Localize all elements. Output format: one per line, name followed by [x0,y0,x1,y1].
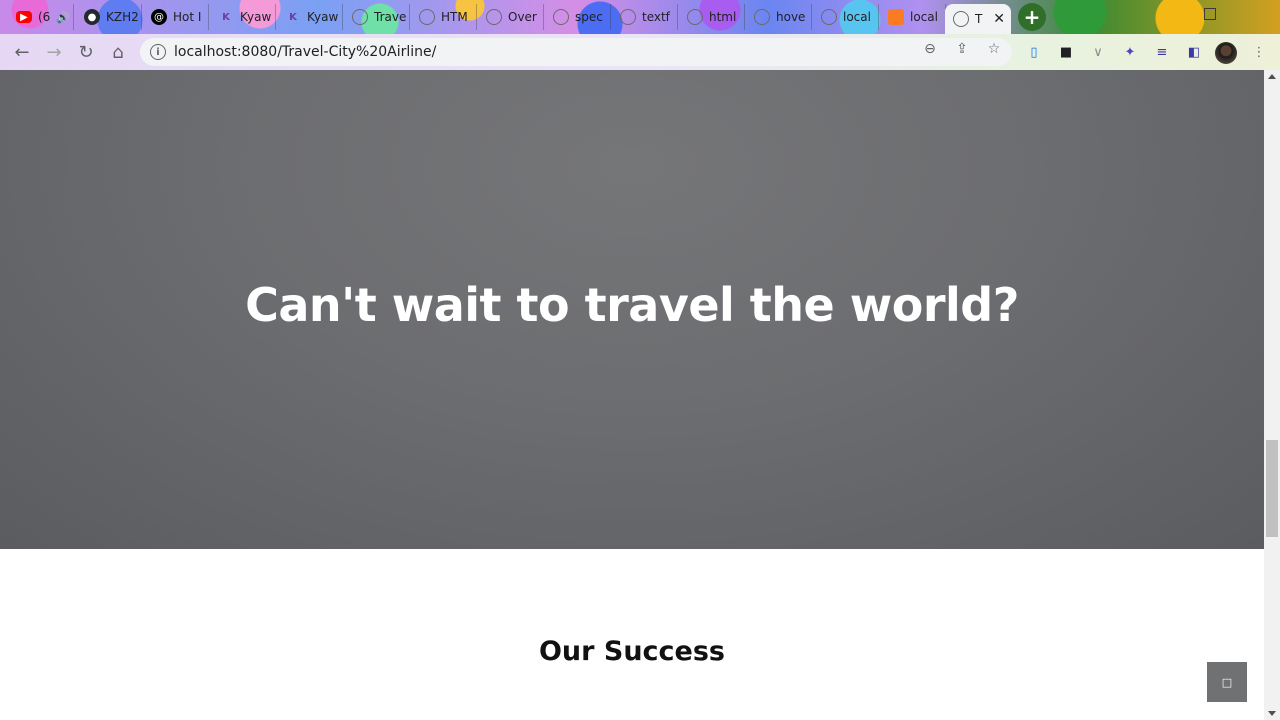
tab-local-2[interactable]: local [880,4,946,30]
tab-local-1[interactable]: local [813,4,879,30]
tab-hot[interactable]: @ Hot I [143,4,209,30]
tab-label: local [843,10,871,24]
new-tab-button[interactable]: + [1018,3,1046,31]
tab-spec[interactable]: spec [545,4,611,30]
k-logo-icon: K [289,11,297,23]
globe-icon [821,9,837,25]
side-panel-icon[interactable]: ◧ [1185,43,1203,61]
scrollbar-thumb[interactable] [1266,440,1278,537]
menu-kebab-icon[interactable]: ⋮ [1250,43,1268,61]
tab-github[interactable]: ● KZH2 [76,4,142,30]
tab-label: Over [508,10,537,24]
extension-docs-icon[interactable]: ▯ [1025,43,1043,61]
tab-label: spec [575,10,603,24]
page-scrollbar[interactable] [1264,70,1280,720]
xampp-icon [888,9,904,25]
hero-heading: Can't wait to travel the world? [245,278,1019,332]
home-button[interactable]: ⌂ [106,40,130,64]
tab-label: KZH2 [106,10,139,24]
globe-icon [352,9,368,25]
globe-icon [419,9,435,25]
tab-hove[interactable]: hove [746,4,812,30]
media-queue-icon[interactable]: ≡ [1153,43,1171,61]
tab-label: Trave [374,10,407,24]
tab-youtube[interactable]: ▶ (6 🔊 [8,4,74,30]
globe-icon [486,9,502,25]
tab-over[interactable]: Over [478,4,544,30]
extension-v-icon[interactable]: ∨ [1089,43,1107,61]
reload-icon: ↻ [78,41,94,63]
bookmark-star-icon[interactable]: ☆ [985,40,1003,58]
zoom-icon[interactable]: ⊖ [921,40,939,58]
tab-kyaw-1[interactable]: K Kyaw [210,4,276,30]
tab-label: Kyaw [240,10,272,24]
speaker-icon[interactable]: 🔊 [56,11,70,24]
scroll-up-arrow-icon[interactable] [1268,74,1276,79]
arrow-left-icon: ← [14,41,30,63]
tab-label: T [975,12,983,26]
tab-label: html [709,10,737,24]
k-logo-icon: K [222,11,230,23]
close-tab-icon[interactable]: ✕ [993,11,1005,27]
extensions-puzzle-icon[interactable]: ✦ [1121,43,1139,61]
tab-travel[interactable]: Trave [344,4,410,30]
globe-icon [953,11,969,27]
browser-toolbar: ← → ↻ ⌂ i localhost:8080/Travel-City%20A… [0,34,1280,70]
arrow-right-icon: → [46,41,62,63]
globe-icon [687,9,703,25]
youtube-icon: ▶ [16,11,32,23]
tab-label: Kyaw [307,10,339,24]
tab-textf[interactable]: textf [612,4,678,30]
tab-label: Hot I [173,10,202,24]
threads-icon: @ [151,9,167,25]
tab-label: HTM [441,10,468,24]
tab-label: local [910,10,938,24]
back-to-top-button[interactable]: □ [1207,662,1247,702]
share-icon[interactable]: ⇪ [953,40,971,58]
globe-icon [620,9,636,25]
url-text[interactable]: localhost:8080/Travel-City%20Airline/ [174,44,436,60]
tab-kyaw-2[interactable]: K Kyaw [277,4,343,30]
section-title: Our Success [538,636,726,667]
site-info-icon[interactable]: i [150,44,166,60]
window-restore-icon[interactable] [1204,8,1216,20]
globe-icon [553,9,569,25]
profile-avatar[interactable] [1215,42,1237,64]
extension-cursor-icon[interactable]: ■ [1057,43,1075,61]
github-icon: ● [84,9,100,25]
address-bar[interactable]: i localhost:8080/Travel-City%20Airline/ [140,38,1012,66]
forward-button[interactable]: → [42,40,66,64]
tab-label: hove [776,10,806,24]
reload-button[interactable]: ↻ [74,40,98,64]
page-viewport: Can't wait to travel the world? Our Succ… [0,70,1264,720]
tab-active[interactable]: T ✕ [945,4,1011,34]
tab-html[interactable]: HTM [411,4,477,30]
globe-icon [754,9,770,25]
back-button[interactable]: ← [10,40,34,64]
hero-banner: Can't wait to travel the world? [0,70,1264,549]
back-to-top-icon: □ [1221,675,1233,689]
tab-html-2[interactable]: html [679,4,745,30]
scroll-down-arrow-icon[interactable] [1268,711,1276,716]
tab-label: (6 [38,10,51,24]
home-icon: ⌂ [112,41,124,63]
tab-label: textf [642,10,670,24]
tab-strip: ▶ (6 🔊 ● KZH2 @ Hot I K Kyaw K Kyaw Trav… [0,0,1280,34]
